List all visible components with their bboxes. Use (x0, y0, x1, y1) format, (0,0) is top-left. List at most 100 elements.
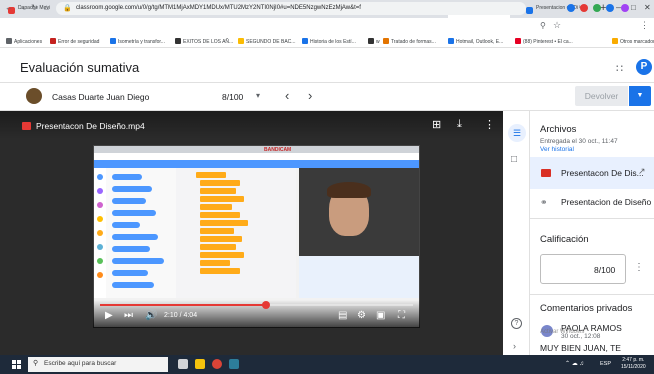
app-icon[interactable] (229, 359, 239, 369)
bookmark-item[interactable]: Historia de los Estí... (302, 38, 356, 45)
bookmarks-bar: Aplicaciones Error de seguridad Isometría … (0, 35, 654, 48)
bookmark-label: (88) Pinterest • El ca... (523, 39, 573, 45)
taskbar-search-input[interactable]: Escribe aquí para buscar (28, 357, 168, 372)
recorded-block-palette (106, 168, 176, 298)
reload-icon[interactable]: ↻ (31, 3, 38, 12)
bookmark-label: EXITOS DE LOS AÑ... (183, 39, 234, 45)
profile-avatar[interactable]: P (636, 59, 652, 75)
browser-tab[interactable]: Presentacion de Di× (522, 3, 584, 18)
bookmark-label: w (376, 39, 380, 45)
files-panel-icon[interactable]: ☰ (508, 124, 526, 142)
student-avatar (26, 88, 42, 104)
search-icon: ⚲ (33, 360, 39, 367)
next-student-icon[interactable]: › (308, 88, 312, 103)
extension-icon[interactable] (580, 4, 588, 12)
student-dropdown-icon[interactable]: ▾ (256, 91, 260, 100)
view-history-link[interactable]: Ver historial (540, 146, 574, 153)
bookmark-label: Otros marcadores (620, 39, 654, 45)
windows-start-icon[interactable] (12, 360, 21, 369)
bookmark-icon (368, 38, 374, 44)
home-icon[interactable]: ⌂ (44, 3, 49, 12)
bookmark-label: Error de seguridad (58, 39, 100, 45)
recorded-block-categories (94, 168, 106, 298)
volume-icon[interactable]: 🔊 (145, 310, 157, 321)
expand-icon[interactable]: › (513, 341, 516, 351)
webcam-person-hair (327, 182, 371, 198)
recorded-browser-tabs (94, 146, 419, 153)
back-icon[interactable]: ← (5, 3, 13, 12)
task-view-icon[interactable] (178, 359, 188, 369)
bookmark-icon (448, 38, 454, 44)
bookmark-icon (175, 38, 181, 44)
viewer-file-title: Presentacon De Diseño.mp4 (36, 121, 145, 131)
browser-menu-icon[interactable]: ⋮ (640, 20, 649, 31)
student-name[interactable]: Casas Duarte Juan Diego (52, 92, 149, 102)
bookmark-label: Hotmail, Outlook, E... (456, 39, 504, 45)
bookmark-item[interactable]: EXITOS DE LOS AÑ... (175, 38, 233, 45)
return-options-button[interactable]: ▼ (629, 86, 651, 106)
grade-more-icon[interactable]: ⋮ (634, 262, 644, 273)
recorded-webcam-stage (299, 168, 419, 256)
miniplayer-icon[interactable]: ▣ (376, 310, 385, 321)
extension-icon[interactable] (606, 4, 614, 12)
forward-icon[interactable]: → (18, 3, 26, 12)
bookmark-item[interactable]: Hotmail, Outlook, E... (448, 38, 503, 45)
video-progress-handle[interactable] (261, 301, 270, 309)
download-icon[interactable]: ⤓ (457, 118, 462, 131)
activate-windows-watermark: Activar Windows (540, 329, 585, 335)
grade-value[interactable]: 8/100 (594, 265, 615, 275)
language-indicator[interactable]: ESP (600, 361, 611, 367)
bookmark-item[interactable]: Aplicaciones (6, 38, 42, 45)
bookmark-item[interactable]: Isometría y transfor... (110, 38, 165, 45)
private-comments-heading: Comentarios privados (540, 303, 633, 314)
previous-student-icon[interactable]: ‹ (285, 88, 289, 103)
clock-time: 2:47 p. m. (622, 357, 645, 363)
bookmark-item[interactable]: Otros marcadores (612, 38, 654, 45)
system-clock[interactable]: 2:47 p. m. 15/11/2020 (621, 357, 646, 371)
bookmark-icon (6, 38, 12, 44)
recorded-address-bar (94, 153, 419, 160)
maximize-icon[interactable]: □ (631, 3, 636, 12)
submission-time: Entregada el 30 oct., 11:47 (540, 138, 618, 145)
bookmark-item[interactable]: Error de seguridad (50, 38, 99, 45)
extension-icon[interactable] (567, 4, 575, 12)
return-button[interactable]: Devolver (575, 86, 628, 106)
open-in-new-icon[interactable]: ↗ (638, 166, 646, 177)
recorded-editor-menubar (94, 160, 419, 168)
open-new-window-icon[interactable]: ⊞ (432, 118, 441, 131)
bookmark-label: SEGUNDO DE BAC... (246, 39, 296, 45)
video-file-icon (541, 169, 551, 177)
student-grade[interactable]: 8/100 (222, 92, 243, 102)
url-field[interactable]: 🔒 classroom.google.com/u/0/g/tg/MTM1MjAx… (56, 2, 526, 15)
apps-grid-icon[interactable]: ∷ (616, 62, 623, 75)
comment-panel-icon[interactable]: □ (511, 154, 517, 165)
bookmark-item[interactable]: Tratado de formas... (383, 38, 436, 45)
zoom-icon[interactable]: ⚲ (540, 21, 546, 30)
bookmark-item[interactable]: w (368, 38, 380, 45)
bookmark-item[interactable]: SEGUNDO DE BAC... (238, 38, 295, 45)
video-time: 2:10 / 4:04 (164, 312, 198, 319)
url-text: classroom.google.com/u/0/g/tg/MTM1MjAxMD… (76, 5, 361, 11)
attachment-label[interactable]: Presentacon De Dis... (561, 168, 644, 178)
profile-icon[interactable] (621, 4, 629, 12)
lock-icon: 🔒 (63, 5, 72, 12)
subtitles-icon[interactable]: ▤ (338, 310, 347, 321)
play-icon[interactable]: ▶ (105, 310, 113, 321)
settings-icon[interactable]: ⚙ (357, 310, 366, 321)
chrome-icon[interactable] (212, 359, 222, 369)
fullscreen-icon[interactable]: ⛶ (398, 310, 405, 321)
bookmark-label: Aplicaciones (14, 39, 43, 45)
viewer-more-icon[interactable]: ⋮ (484, 118, 495, 131)
attachment-label[interactable]: Presentacion de Diseño (561, 197, 651, 207)
next-video-icon[interactable]: ⏭ (124, 310, 133, 321)
close-window-icon[interactable]: ✕ (644, 3, 651, 12)
system-tray-icons[interactable]: ⌃ ☁ ♫ (565, 360, 584, 367)
divider (530, 218, 654, 219)
bookmark-icon (110, 38, 116, 44)
bookmark-icon (612, 38, 618, 44)
file-explorer-icon[interactable] (195, 359, 205, 369)
bookmark-item[interactable]: (88) Pinterest • El ca... (515, 38, 573, 45)
help-icon[interactable]: ? (511, 318, 522, 329)
star-icon[interactable]: ☆ (553, 20, 561, 31)
extension-icon[interactable] (593, 4, 601, 12)
